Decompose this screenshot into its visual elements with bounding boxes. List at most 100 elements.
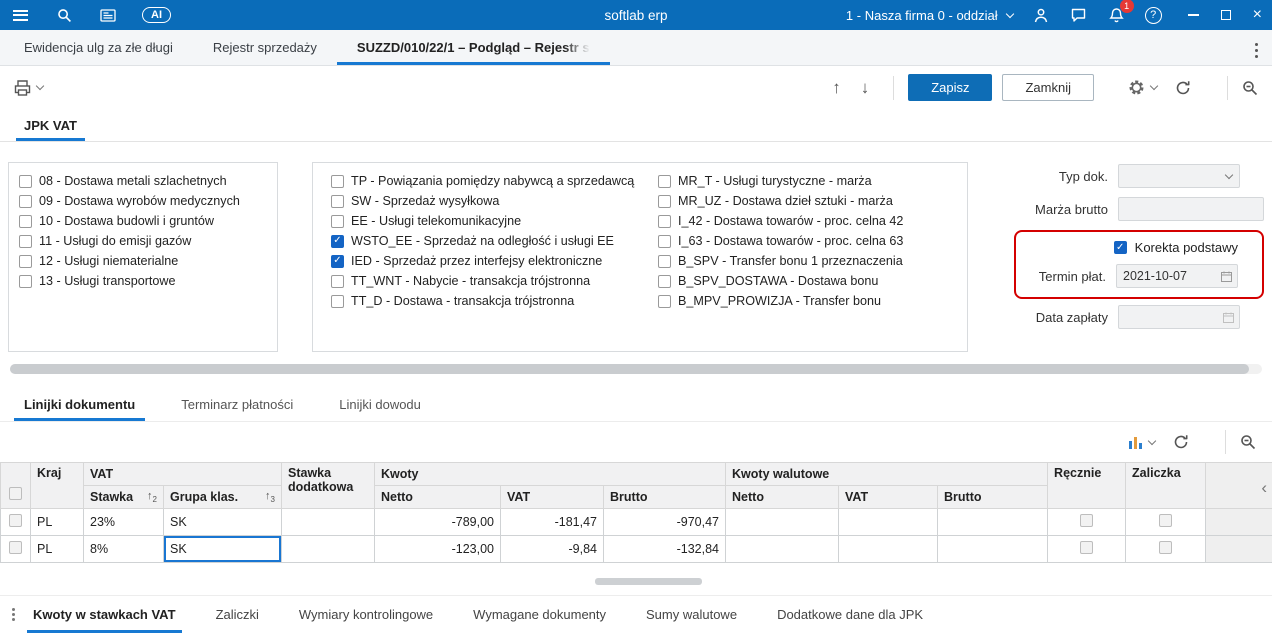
tab-sumy-walutowe[interactable]: Sumy walutowe	[640, 596, 743, 633]
cell-walutowe-brutto[interactable]	[937, 508, 1049, 536]
cell-kraj[interactable]: PL	[30, 535, 84, 563]
jpk-marker-item[interactable]: TT_WNT - Nabycie - transakcja trójstronn…	[331, 271, 640, 291]
tab-kwoty-w-stawkach-vat[interactable]: Kwoty w stawkach VAT	[27, 596, 182, 633]
column-header-recznie[interactable]: Ręcznie	[1047, 462, 1127, 509]
settings-button[interactable]	[1128, 79, 1159, 96]
column-header-walutowe-brutto[interactable]: Brutto	[937, 485, 1049, 509]
column-header-walutowe-netto[interactable]: Netto	[725, 485, 840, 509]
bottom-menu-icon[interactable]	[12, 608, 15, 611]
zaliczka-checkbox[interactable]	[1159, 541, 1173, 554]
zaliczka-checkbox[interactable]	[1159, 514, 1173, 527]
help-icon[interactable]: ?	[1144, 6, 1162, 24]
tab-ewidencja-ulg[interactable]: Ewidencja ulg za złe długi	[4, 30, 193, 65]
checkbox[interactable]	[331, 194, 344, 208]
window-minimize-button[interactable]	[1187, 14, 1199, 16]
cell-stawka[interactable]: 23%	[83, 508, 164, 536]
tab-terminarz-platnosci[interactable]: Terminarz płatności	[171, 388, 303, 421]
column-header-kraj[interactable]: Kraj	[30, 462, 84, 509]
checkbox[interactable]	[658, 274, 671, 288]
jpk-marker-item[interactable]: TT_D - Dostawa - transakcja trójstronna	[331, 291, 640, 311]
cell-stawka[interactable]: 8%	[83, 535, 164, 563]
print-button[interactable]	[14, 79, 45, 96]
close-button[interactable]: Zamknij	[1002, 74, 1094, 101]
checkbox[interactable]	[331, 274, 344, 288]
horizontal-scrollbar[interactable]	[10, 364, 1262, 374]
grid-refresh-button[interactable]	[1173, 434, 1189, 450]
cell-grupa-klas-focused[interactable]: SK	[163, 535, 282, 563]
checkbox[interactable]	[658, 194, 671, 208]
ai-assistant-button[interactable]: AI	[142, 7, 171, 23]
cell-grupa-klas[interactable]: SK	[163, 508, 282, 536]
jpk-marker-item[interactable]: MR_T - Usługi turystyczne - marża	[658, 171, 967, 191]
jpk-marker-item[interactable]: IED - Sprzedaż przez interfejsy elektron…	[331, 251, 640, 271]
checkbox[interactable]	[658, 174, 671, 188]
jpk-marker-item[interactable]: WSTO_EE - Sprzedaż na odległość i usługi…	[331, 231, 640, 251]
recznie-checkbox[interactable]	[1080, 514, 1094, 527]
checkbox[interactable]	[19, 234, 32, 248]
cell-walutowe-vat[interactable]	[838, 508, 939, 536]
tab-rejestr-sprzedazy[interactable]: Rejestr sprzedaży	[193, 30, 337, 65]
tab-wymiary-kontrolingowe[interactable]: Wymiary kontrolingowe	[293, 596, 439, 633]
marza-brutto-input[interactable]	[1118, 197, 1264, 221]
window-close-button[interactable]: ×	[1253, 7, 1262, 23]
cell-walutowe-brutto[interactable]	[937, 535, 1049, 563]
column-header-netto[interactable]: Netto	[374, 485, 501, 509]
tab-suzzd-podglad[interactable]: SUZZD/010/22/1 – Podgląd – Rejestr s	[336, 30, 610, 65]
notifications-bell-icon[interactable]: 1	[1107, 0, 1134, 25]
grid-horizontal-scrollbar-thumb[interactable]	[595, 578, 702, 585]
tab-dodatkowe-dane-jpk[interactable]: Dodatkowe dane dla JPK	[771, 596, 929, 633]
column-header-stawka-dodatkowa[interactable]: Stawka dodatkowa	[281, 462, 375, 509]
checkbox[interactable]	[331, 234, 344, 248]
jpk-marker-item[interactable]: B_SPV_DOSTAWA - Dostawa bonu	[658, 271, 967, 291]
scrollbar-thumb[interactable]	[10, 364, 1250, 374]
collapse-panel-icon[interactable]: ‹	[1261, 479, 1267, 496]
tab-zaliczki[interactable]: Zaliczki	[210, 596, 265, 633]
recznie-checkbox[interactable]	[1080, 541, 1094, 554]
menu-icon[interactable]	[10, 5, 30, 25]
refresh-button[interactable]	[1175, 80, 1191, 96]
user-icon[interactable]	[1031, 5, 1051, 25]
checkbox[interactable]	[19, 194, 32, 208]
jpk-marker-item[interactable]: 10 - Dostawa budowli i gruntów	[19, 211, 267, 231]
tab-overflow-menu-icon[interactable]	[1255, 43, 1258, 46]
row-select-checkbox[interactable]	[9, 514, 22, 527]
cell-walutowe-netto[interactable]	[725, 535, 840, 563]
checkbox[interactable]	[658, 254, 671, 268]
column-group-vat[interactable]: VAT	[83, 462, 282, 486]
jpk-marker-item[interactable]: MR_UZ - Dostawa dzieł sztuki - marża	[658, 191, 967, 211]
checkbox[interactable]	[19, 274, 32, 288]
tab-linijki-dowodu[interactable]: Linijki dowodu	[329, 388, 431, 421]
cell-vat[interactable]: -181,47	[500, 508, 604, 536]
jpk-marker-item[interactable]: TP - Powiązania pomiędzy nabywcą a sprze…	[331, 171, 640, 191]
jpk-marker-item[interactable]: 09 - Dostawa wyrobów medycznych	[19, 191, 267, 211]
previous-record-button[interactable]: ↑	[832, 78, 841, 98]
termin-platnosci-input[interactable]: 2021-10-07	[1116, 264, 1238, 288]
checkbox[interactable]	[331, 214, 344, 228]
save-button[interactable]: Zapisz	[908, 74, 993, 101]
jpk-marker-item[interactable]: EE - Usługi telekomunikacyjne	[331, 211, 640, 231]
cell-stawka-dodatkowa[interactable]	[281, 508, 375, 536]
checkbox[interactable]	[331, 254, 344, 268]
jpk-marker-item[interactable]: B_MPV_PROWIZJA - Transfer bonu	[658, 291, 967, 311]
cell-kraj[interactable]: PL	[30, 508, 84, 536]
jpk-marker-item[interactable]: 12 - Usługi niematerialne	[19, 251, 267, 271]
checkbox[interactable]	[331, 174, 344, 188]
cell-brutto[interactable]: -132,84	[602, 535, 727, 563]
jpk-marker-item[interactable]: B_SPV - Transfer bonu 1 przeznaczenia	[658, 251, 967, 271]
calendar-icon[interactable]	[1221, 271, 1232, 282]
search-records-button[interactable]	[1242, 80, 1258, 96]
checkbox[interactable]	[658, 234, 671, 248]
jpk-marker-item[interactable]: I_63 - Dostawa towarów - proc. celna 63	[658, 231, 967, 251]
jpk-marker-item[interactable]: I_42 - Dostawa towarów - proc. celna 42	[658, 211, 967, 231]
jpk-marker-item[interactable]: 08 - Dostawa metali szlachetnych	[19, 171, 267, 191]
jpk-marker-item[interactable]: 13 - Usługi transportowe	[19, 271, 267, 291]
cell-vat[interactable]: -9,84	[500, 535, 604, 563]
chat-icon[interactable]	[1069, 5, 1089, 25]
calendar-icon[interactable]	[1223, 312, 1234, 323]
select-all-checkbox[interactable]	[9, 487, 22, 500]
typ-dok-select[interactable]	[1118, 164, 1240, 188]
cell-netto[interactable]: -789,00	[374, 508, 501, 536]
checkbox[interactable]	[19, 214, 32, 228]
checkbox[interactable]	[19, 174, 32, 188]
checkbox[interactable]	[658, 294, 671, 308]
